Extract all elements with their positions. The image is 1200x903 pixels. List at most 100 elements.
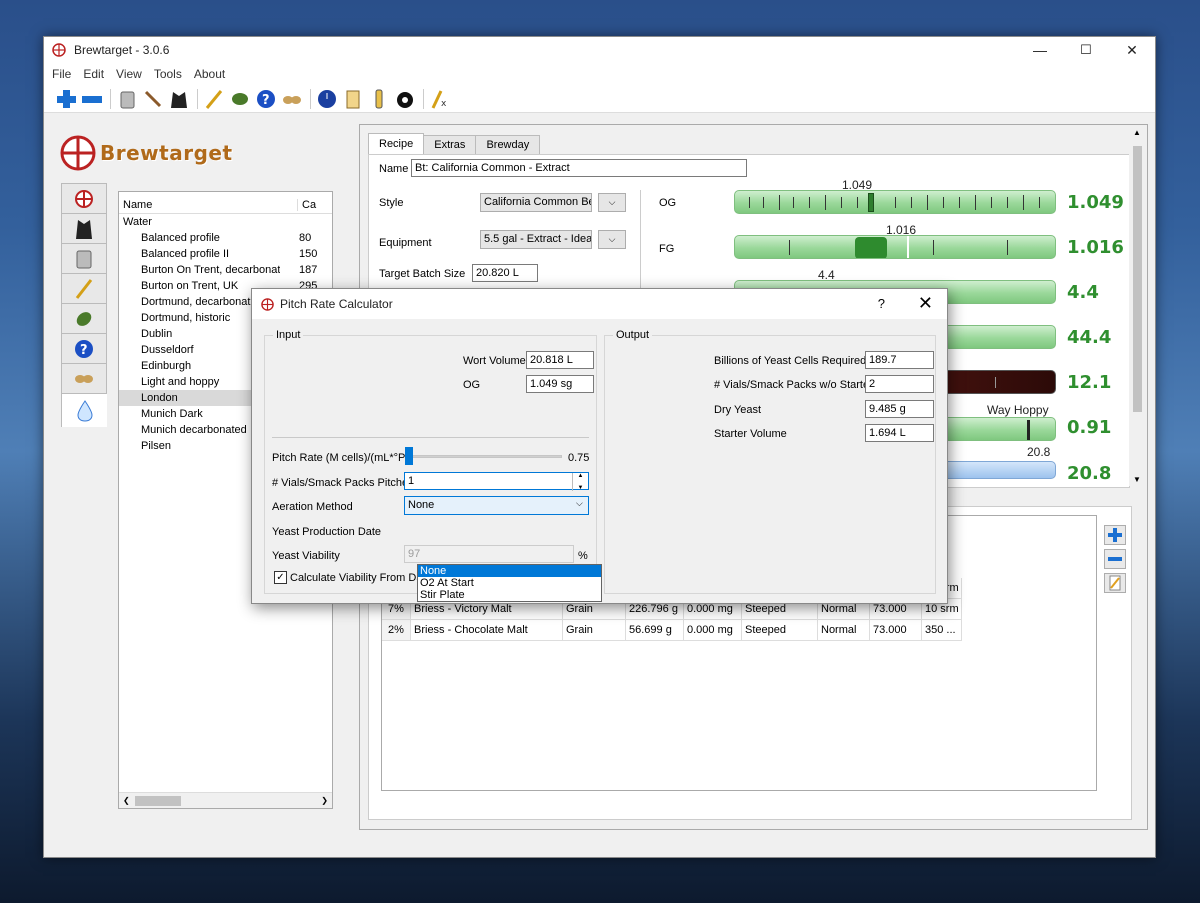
aeration-label: Aeration Method <box>272 501 353 513</box>
pitch-rate-value: 0.75 <box>568 452 590 464</box>
kettle-icon[interactable] <box>115 87 139 111</box>
sidetab-equipment[interactable] <box>61 243 107 273</box>
grain-icon[interactable] <box>202 87 226 111</box>
aeration-dropdown-list[interactable]: None O2 At Start Stir Plate <box>417 564 602 602</box>
aeration-combo[interactable]: None <box>404 496 589 515</box>
batch-size-label: Target Batch Size <box>379 268 466 280</box>
chevron-down-icon[interactable]: ⌵ <box>576 498 583 509</box>
header-name[interactable]: Name <box>119 199 297 211</box>
sidetab-recipes[interactable] <box>61 183 107 213</box>
cell-type: Grain <box>563 620 626 641</box>
sidetab-miscs[interactable]: ? <box>61 333 107 363</box>
brewtarget-app-icon <box>261 297 274 311</box>
scrollbar-thumb[interactable] <box>135 795 181 806</box>
tab-extras[interactable]: Extras <box>423 135 477 154</box>
suit-icon[interactable] <box>167 87 191 111</box>
list-item[interactable]: Burton On Trent, decarbonated 187 <box>119 262 332 278</box>
minimize-button[interactable]: — <box>1017 37 1063 63</box>
clock-icon[interactable] <box>315 87 339 111</box>
recipe-name-input[interactable]: Bt: California Common - Extract <box>411 159 747 177</box>
sidetab-water[interactable] <box>61 393 107 427</box>
misc-help-icon[interactable]: ? <box>254 87 278 111</box>
batch-size-input[interactable]: 20.820 L <box>472 264 538 282</box>
hop-icon[interactable] <box>228 87 252 111</box>
style-dropdown-button[interactable]: ⌵ <box>598 193 626 212</box>
timer-icon[interactable] <box>393 87 417 111</box>
suit-icon <box>76 219 92 239</box>
svg-text:?: ? <box>80 343 88 358</box>
vials-pitched-label: # Vials/Smack Packs Pitched <box>272 477 415 489</box>
window-title: Brewtarget - 3.0.6 <box>74 43 170 57</box>
style-label: Style <box>379 197 404 209</box>
scrollbar-thumb[interactable] <box>1133 146 1142 412</box>
menu-tools[interactable]: Tools <box>150 67 190 81</box>
pitch-rate-slider[interactable] <box>405 447 413 465</box>
sidetab-fermentables[interactable] <box>61 273 107 303</box>
aeration-option-none[interactable]: None <box>418 565 601 577</box>
edit-ingredient-button[interactable] <box>1104 573 1126 593</box>
help-button[interactable]: ? <box>878 296 885 311</box>
maximize-button[interactable]: ☐ <box>1063 37 1109 63</box>
menu-about[interactable]: About <box>190 67 233 81</box>
fg-marker <box>855 237 887 258</box>
viability-input[interactable]: 97 <box>404 545 574 563</box>
spin-up-icon[interactable]: ▲ <box>578 473 584 479</box>
abv-value: 4.4 <box>1067 282 1099 303</box>
style-combo[interactable]: California Common Beer <box>480 193 592 212</box>
yeast-icon[interactable] <box>280 87 304 111</box>
water-name: Burton On Trent, decarbonated <box>141 264 280 276</box>
dry-yeast-output[interactable]: 9.485 g <box>865 400 934 418</box>
dialog-close-button[interactable]: ✕ <box>918 293 933 314</box>
grain-scale-icon[interactable]: x <box>428 87 452 111</box>
menu-view[interactable]: View <box>112 67 150 81</box>
calc-viability-checkbox[interactable]: ✓ <box>274 571 287 584</box>
header-ca[interactable]: Ca <box>297 199 316 211</box>
hydrometer-icon[interactable] <box>367 87 391 111</box>
paddle-icon[interactable] <box>141 87 165 111</box>
sidetab-styles[interactable] <box>61 213 107 243</box>
remove-icon <box>1108 557 1122 561</box>
menu-file[interactable]: File <box>48 67 79 81</box>
spin-down-icon[interactable]: ▼ <box>578 485 584 491</box>
bugu-gauge-top: Way Hoppy <box>987 403 1049 417</box>
clipboard-icon[interactable] <box>341 87 365 111</box>
tab-brewday[interactable]: Brewday <box>475 135 541 154</box>
tab-recipe[interactable]: Recipe <box>368 133 425 154</box>
og-label: OG <box>659 197 677 209</box>
billions-output[interactable]: 189.7 <box>865 351 934 369</box>
new-recipe-icon[interactable] <box>54 87 78 111</box>
fg-value: 1.016 <box>1067 237 1124 258</box>
divider <box>272 437 589 438</box>
vertical-scrollbar[interactable]: ▲ ▼ <box>1129 126 1146 486</box>
equipment-dropdown-button[interactable]: ⌵ <box>598 230 626 249</box>
water-drop-icon <box>76 399 93 422</box>
remove-recipe-icon[interactable] <box>80 87 104 111</box>
wort-volume-input[interactable]: 20.818 L <box>526 351 594 369</box>
aeration-option-stir-plate[interactable]: Stir Plate <box>418 589 601 601</box>
bugu-value: 0.91 <box>1067 417 1112 438</box>
horizontal-scrollbar[interactable]: ❮ ❯ <box>119 792 332 808</box>
aeration-option-o2[interactable]: O2 At Start <box>418 577 601 589</box>
table-row[interactable]: 2% Briess - Chocolate Malt Grain 56.699 g 0.… <box>382 620 962 641</box>
add-ingredient-button[interactable] <box>1104 525 1126 545</box>
sidetab-yeasts[interactable] <box>61 363 107 393</box>
og-input[interactable]: 1.049 sg <box>526 375 594 393</box>
og-value: 1.049 <box>1067 192 1124 213</box>
equipment-combo[interactable]: 5.5 gal - Extract - Ideal <box>480 230 592 249</box>
starter-label: Starter Volume <box>714 428 787 440</box>
remove-ingredient-button[interactable] <box>1104 549 1126 569</box>
og-marker <box>868 193 874 212</box>
water-ca: 187 <box>299 264 318 276</box>
vials-pitched-input[interactable]: 1 <box>404 472 589 490</box>
list-group[interactable]: Water <box>119 214 332 230</box>
close-button[interactable]: ✕ <box>1109 37 1155 63</box>
vials-spinner[interactable]: ▲ ▼ <box>572 473 588 491</box>
menu-edit[interactable]: Edit <box>79 67 112 81</box>
starter-output[interactable]: 1.694 L <box>865 424 934 442</box>
pitch-rate-dialog: Pitch Rate Calculator ? ✕ Input Wort Vol… <box>251 288 948 604</box>
sidetab-hops[interactable] <box>61 303 107 333</box>
list-item[interactable]: Balanced profile II 150 <box>119 246 332 262</box>
add-icon <box>1108 528 1122 542</box>
vials-output[interactable]: 2 <box>865 375 934 393</box>
list-item[interactable]: Balanced profile 80 <box>119 230 332 246</box>
